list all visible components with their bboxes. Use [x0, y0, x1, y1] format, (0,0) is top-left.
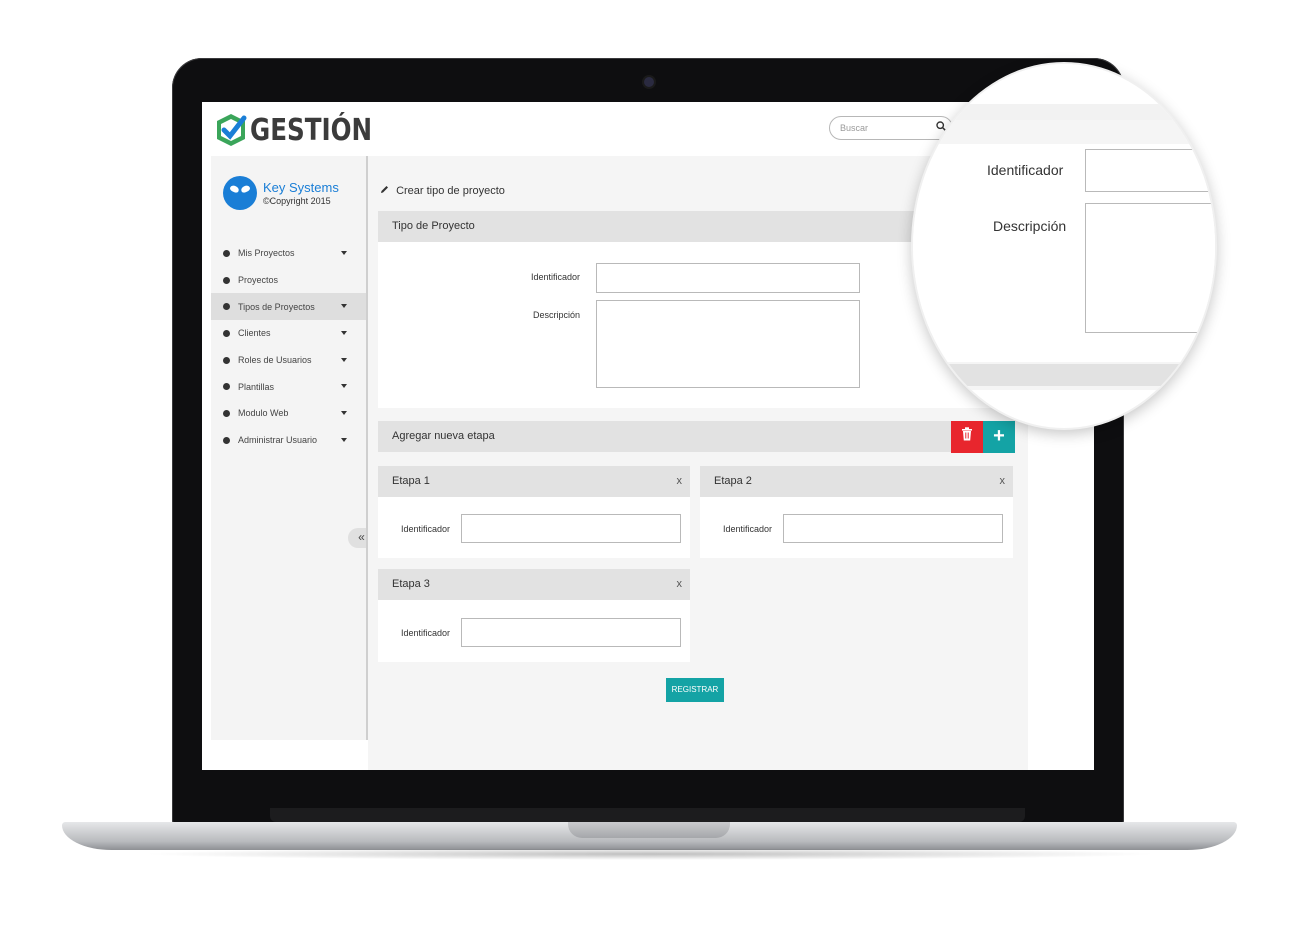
brand-block: Key Systems ©Copyright 2015 [223, 176, 339, 210]
magnifier-callout: Identificador Descripción [911, 62, 1217, 430]
sidebar-item-modulo-web[interactable]: Modulo Web [211, 400, 367, 427]
sidebar: Key Systems ©Copyright 2015 Mis Proyecto… [211, 156, 375, 740]
sidebar-item-label: Clientes [238, 328, 271, 339]
bullet-icon [223, 436, 230, 444]
bullet-icon [223, 356, 230, 364]
plus-icon: + [993, 425, 1005, 447]
stage-3-identificador-input[interactable] [461, 618, 681, 647]
bullet-icon [223, 276, 230, 284]
app-logo[interactable]: GESTIÓN [214, 108, 399, 152]
page-title: Crear tipo de proyecto [380, 185, 505, 197]
stage-1-identificador-input[interactable] [461, 514, 681, 543]
caret-down-icon[interactable] [341, 384, 347, 389]
sidebar-item-clientes[interactable]: Clientes [211, 320, 367, 347]
stage-2-identificador-input[interactable] [783, 514, 1003, 543]
close-icon[interactable]: x [1000, 466, 1006, 497]
laptop-notch [568, 822, 730, 838]
bullet-icon [223, 303, 230, 311]
sidebar-item-label: Tipos de Proyectos [238, 301, 315, 312]
sidebar-item-plantillas[interactable]: Plantillas [211, 373, 367, 400]
brand-copyright: ©Copyright 2015 [263, 196, 331, 206]
magnified-descripcion-label: Descripción [993, 218, 1067, 234]
stage-2-body: Identificador [700, 497, 1013, 558]
stage-identificador-label: Identificador [400, 524, 450, 534]
identificador-label: Identificador [530, 272, 580, 282]
pencil-icon [380, 185, 392, 197]
stage-3-body: Identificador [378, 600, 690, 662]
add-stage-button[interactable]: + [983, 421, 1015, 453]
close-icon[interactable]: x [677, 569, 683, 600]
sidebar-item-label: Proyectos [238, 275, 279, 286]
brand-name: Key Systems [263, 180, 339, 195]
caret-down-icon[interactable] [341, 437, 347, 442]
sidebar-nav: Mis Proyectos Proyectos Tipos de Proyect… [211, 240, 367, 454]
search-input[interactable]: Buscar [840, 123, 868, 133]
caret-down-icon[interactable] [341, 331, 347, 336]
agregar-etapa-header: Agregar nueva etapa [378, 421, 951, 452]
identificador-input[interactable] [596, 263, 860, 293]
sidebar-item-roles-de-usuarios[interactable]: Roles de Usuarios [211, 347, 367, 374]
sidebar-item-label: Roles de Usuarios [238, 355, 312, 366]
stage-2-header: Etapa 2 x [700, 466, 1013, 497]
camera-icon [644, 77, 654, 87]
magnified-identificador-label: Identificador [987, 162, 1064, 178]
sidebar-item-label: Modulo Web [238, 408, 289, 419]
sidebar-item-label: Mis Proyectos [238, 248, 295, 259]
sidebar-item-label: Administrar Usuario [238, 435, 318, 446]
magnified-descripcion-textarea [1085, 203, 1215, 333]
descripcion-textarea[interactable] [596, 300, 860, 388]
sidebar-item-tipos-de-proyectos[interactable]: Tipos de Proyectos [211, 293, 367, 321]
bullet-icon [223, 383, 230, 391]
stage-identificador-label: Identificador [722, 524, 772, 534]
stage-title: Etapa 2 [714, 475, 752, 487]
logo-text: GESTIÓN [250, 112, 373, 148]
sidebar-item-mis-proyectos[interactable]: Mis Proyectos [211, 240, 367, 267]
stage-identificador-label: Identificador [400, 628, 450, 638]
bullet-icon [223, 409, 230, 417]
stage-1-body: Identificador [378, 497, 690, 558]
close-icon[interactable]: x [677, 466, 683, 497]
sidebar-item-label: Plantillas [238, 381, 275, 392]
page-title-text: Crear tipo de proyecto [396, 185, 505, 197]
caret-down-icon[interactable] [341, 411, 347, 416]
laptop-hinge [270, 808, 1025, 822]
trash-icon [961, 427, 973, 445]
bullet-icon [223, 249, 230, 257]
stage-3-header: Etapa 3 x [378, 569, 690, 600]
sidebar-item-administrar-usuario[interactable]: Administrar Usuario [211, 427, 367, 454]
bullet-icon [223, 329, 230, 337]
laptop-shadow [140, 848, 1160, 860]
stage-title: Etapa 3 [392, 578, 430, 590]
caret-down-icon[interactable] [341, 357, 347, 362]
sidebar-item-proyectos[interactable]: Proyectos [211, 267, 367, 294]
logo-check-icon [214, 113, 248, 147]
caret-down-icon[interactable] [341, 304, 347, 309]
register-button[interactable]: REGISTRAR [666, 678, 724, 702]
descripcion-label: Descripción [532, 310, 580, 320]
alien-avatar-icon [223, 176, 257, 210]
delete-stage-button[interactable] [951, 421, 983, 453]
stage-title: Etapa 1 [392, 475, 430, 487]
caret-down-icon[interactable] [341, 251, 347, 255]
stage-1-header: Etapa 1 x [378, 466, 690, 497]
magnified-identificador-input [1085, 149, 1215, 192]
